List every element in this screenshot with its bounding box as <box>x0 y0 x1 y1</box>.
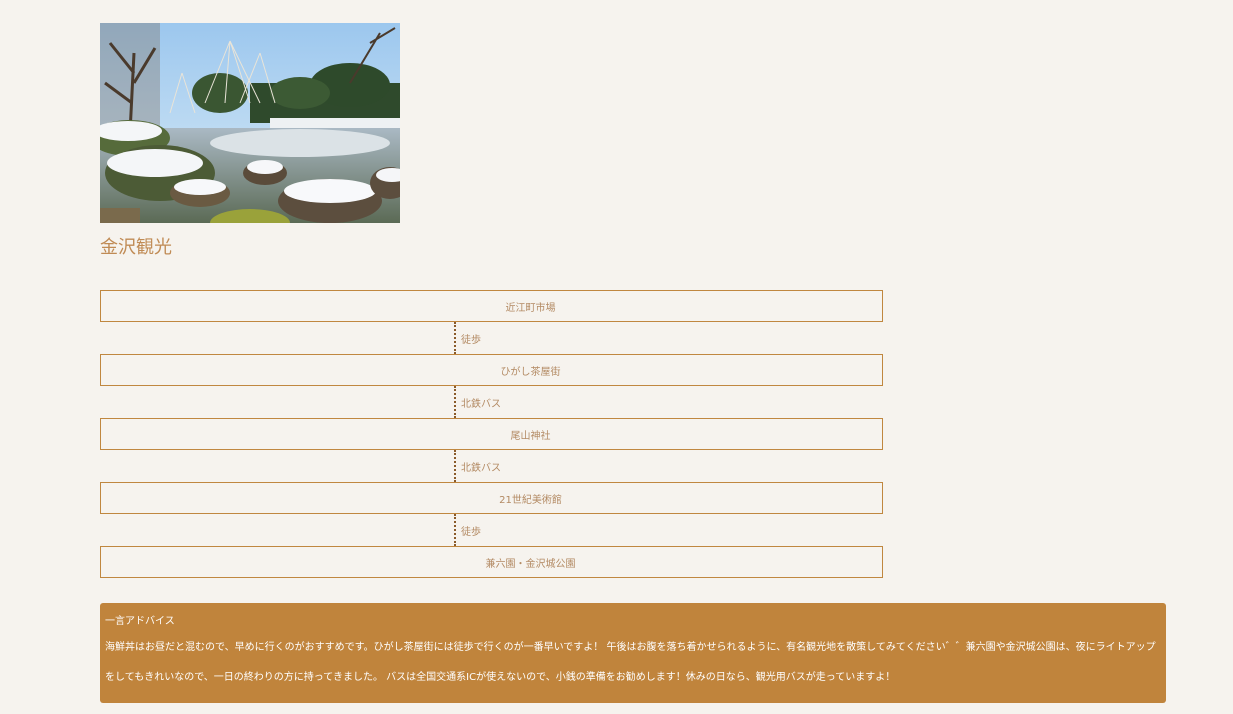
route-stop[interactable]: 尾山神社 <box>100 418 883 450</box>
route-stop[interactable]: 兼六園・金沢城公園 <box>100 546 883 578</box>
route-leg: 徒歩 <box>100 322 883 354</box>
route-connector <box>454 450 456 482</box>
route-stop[interactable]: ひがし茶屋街 <box>100 354 883 386</box>
page: 金沢観光 近江町市場 徒歩 ひがし茶屋街 北鉄バス 尾山神社 北鉄バス 21世紀… <box>0 0 1233 714</box>
route-stop-label: 近江町市場 <box>505 302 556 314</box>
transport-mode: 北鉄バス <box>461 463 501 474</box>
route-stop[interactable]: 近江町市場 <box>100 290 883 322</box>
snow-garden-image <box>100 23 400 223</box>
route-stop-label: 尾山神社 <box>510 430 551 442</box>
route-leg: 北鉄バス <box>100 386 883 418</box>
advice-box: 一言アドバイス 海鮮丼はお昼だと混むので、早めに行くのがおすすめです。ひがし茶屋… <box>100 603 1166 703</box>
route-leg: 北鉄バス <box>100 450 883 482</box>
route-connector <box>454 322 456 354</box>
route-connector <box>454 514 456 546</box>
route-stop-label: ひがし茶屋街 <box>500 366 561 378</box>
route-stop-label: 21世紀美術館 <box>499 494 562 506</box>
page-title: 金沢観光 <box>100 237 172 258</box>
route-stop[interactable]: 21世紀美術館 <box>100 482 883 514</box>
route-timeline: 近江町市場 徒歩 ひがし茶屋街 北鉄バス 尾山神社 北鉄バス 21世紀美術館 徒… <box>100 290 883 578</box>
route-leg: 徒歩 <box>100 514 883 546</box>
advice-text: 海鮮丼はお昼だと混むので、早めに行くのがおすすめです。ひがし茶屋街には徒歩で行く… <box>105 642 1156 683</box>
advice-title: 一言アドバイス <box>105 616 175 627</box>
transport-mode: 徒歩 <box>461 527 481 538</box>
route-stop-label: 兼六園・金沢城公園 <box>485 558 576 570</box>
transport-mode: 北鉄バス <box>461 399 501 410</box>
route-connector <box>454 386 456 418</box>
transport-mode: 徒歩 <box>461 335 481 346</box>
spot-photo <box>100 23 400 223</box>
